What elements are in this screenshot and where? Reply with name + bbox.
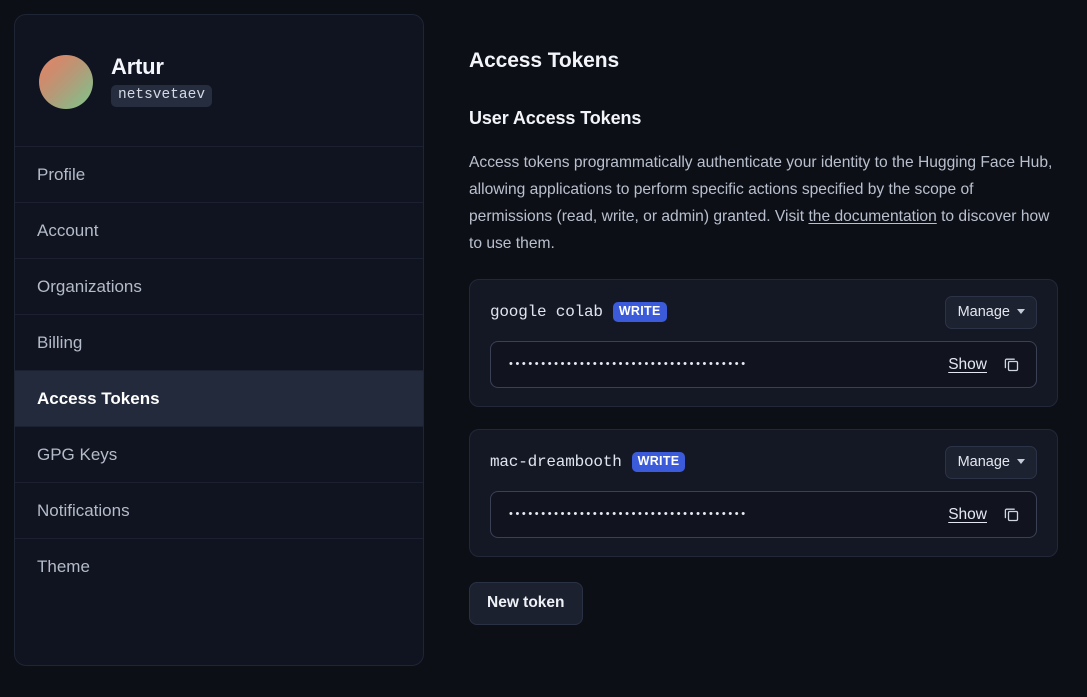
sidebar-item-label: Theme <box>37 556 90 576</box>
avatar <box>39 54 93 109</box>
main-content: Access Tokens User Access Tokens Access … <box>469 14 1069 666</box>
sidebar-item-label: Account <box>37 220 99 240</box>
settings-page: Artur netsvetaev Profile Account Organiz… <box>0 0 1087 697</box>
sidebar-item-billing[interactable]: Billing <box>15 314 423 370</box>
token-masked-value: ••••••••••••••••••••••••••••••••••••• <box>509 509 748 520</box>
sidebar-item-access-tokens[interactable]: Access Tokens <box>15 370 423 426</box>
token-value-field[interactable]: ••••••••••••••••••••••••••••••••••••• Sh… <box>490 341 1037 388</box>
copy-icon[interactable] <box>1003 506 1020 523</box>
token-name: google colab <box>490 303 603 321</box>
sidebar-item-organizations[interactable]: Organizations <box>15 258 423 314</box>
sidebar-item-label: GPG Keys <box>37 444 118 464</box>
token-card-header: mac-dreambooth WRITE Manage <box>490 445 1037 479</box>
settings-sidebar: Artur netsvetaev Profile Account Organiz… <box>14 14 424 666</box>
chevron-down-icon <box>1017 309 1025 314</box>
manage-button[interactable]: Manage <box>944 445 1037 479</box>
manage-button-label: Manage <box>957 453 1010 470</box>
sidebar-item-label: Profile <box>37 164 86 184</box>
page-title: Access Tokens <box>469 49 620 72</box>
sidebar-item-label: Notifications <box>37 500 130 520</box>
manage-button[interactable]: Manage <box>944 295 1037 329</box>
token-card: mac-dreambooth WRITE Manage ••••••••••••… <box>469 429 1058 557</box>
status-badge: WRITE <box>612 302 667 322</box>
sidebar-item-gpg-keys[interactable]: GPG Keys <box>15 426 423 482</box>
user-meta: Artur netsvetaev <box>111 53 213 108</box>
sidebar-item-label: Organizations <box>37 276 142 296</box>
user-summary: Artur netsvetaev <box>15 15 423 146</box>
copy-icon[interactable] <box>1003 356 1020 373</box>
new-token-button[interactable]: New token <box>469 582 583 625</box>
token-value-field[interactable]: ••••••••••••••••••••••••••••••••••••• Sh… <box>490 491 1037 538</box>
section-title: User Access Tokens <box>469 108 642 128</box>
sidebar-item-profile[interactable]: Profile <box>15 146 423 202</box>
token-name: mac-dreambooth <box>490 453 622 471</box>
sidebar-item-label: Access Tokens <box>37 388 160 408</box>
token-card-header: google colab WRITE Manage <box>490 295 1037 329</box>
sidebar-item-theme[interactable]: Theme <box>15 538 423 594</box>
status-badge: WRITE <box>631 452 686 472</box>
user-display-name: Artur <box>111 53 164 79</box>
sidebar-item-notifications[interactable]: Notifications <box>15 482 423 538</box>
token-masked-value: ••••••••••••••••••••••••••••••••••••• <box>509 359 748 370</box>
chevron-down-icon <box>1017 459 1025 464</box>
show-token-link[interactable]: Show <box>948 356 987 374</box>
documentation-link[interactable]: the documentation <box>808 208 936 225</box>
sidebar-item-label: Billing <box>37 332 83 352</box>
user-handle-chip: netsvetaev <box>111 84 213 108</box>
access-tokens-description: Access tokens programmatically authentic… <box>469 149 1053 257</box>
token-card: google colab WRITE Manage ••••••••••••••… <box>469 279 1058 407</box>
show-token-link[interactable]: Show <box>948 506 987 524</box>
sidebar-item-account[interactable]: Account <box>15 202 423 258</box>
sidebar-nav: Profile Account Organizations Billing Ac… <box>15 146 423 594</box>
manage-button-label: Manage <box>957 303 1010 320</box>
